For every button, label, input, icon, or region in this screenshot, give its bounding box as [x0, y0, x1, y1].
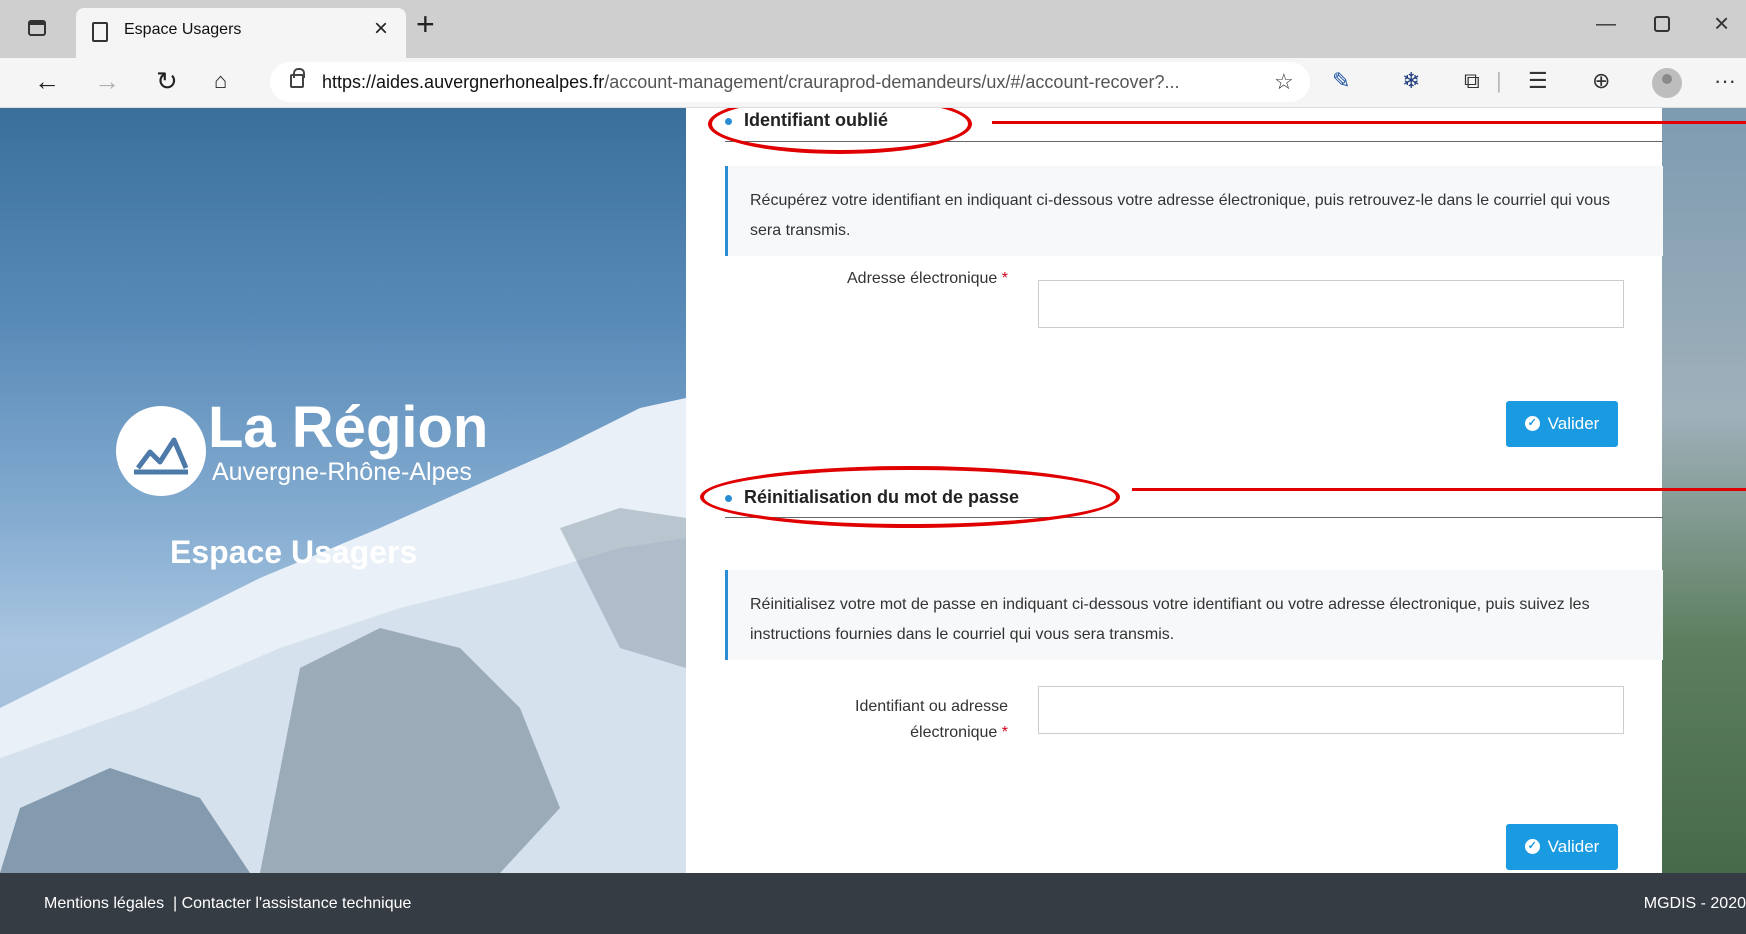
url-field[interactable]: https://aides.auvergnerhonealpes.fr/acco…	[270, 62, 1310, 102]
identifier-field[interactable]	[1038, 686, 1624, 734]
check-circle-icon: ✓	[1524, 416, 1540, 432]
hero-subtitle: Espace Usagers	[170, 534, 418, 570]
toolbar-divider: |	[1496, 68, 1502, 93]
refresh-icon[interactable]: ↻	[156, 68, 178, 94]
profile-icon[interactable]	[1652, 68, 1682, 98]
url-text[interactable]: https://aides.auvergnerhonealpes.fr/acco…	[322, 72, 1180, 93]
plus-icon[interactable]: +	[416, 8, 435, 40]
close-window-icon[interactable]: ×	[1714, 10, 1729, 36]
add-favorite-icon[interactable]: ☆	[1274, 71, 1294, 93]
minimize-icon[interactable]: —	[1596, 14, 1616, 34]
page-icon	[92, 22, 108, 42]
close-icon[interactable]: ×	[374, 17, 388, 41]
email-field-label: Adresse électronique *	[847, 270, 1008, 287]
annotation-arrow-line	[1132, 488, 1746, 491]
hero-panel: La Région Auvergne-Rhône-Alpes Espace Us…	[0, 108, 686, 873]
browser-tab-bar: Espace Usagers × + — ×	[0, 0, 1746, 58]
support-link[interactable]: Contacter l'assistance technique	[182, 895, 412, 912]
footer-copyright: MGDIS - 2020	[1643, 895, 1746, 912]
forward-icon: →	[94, 66, 120, 96]
pen-extension-icon[interactable]: ✎	[1332, 70, 1350, 92]
tab-actions-icon[interactable]	[24, 15, 50, 41]
reset-password-submit-button[interactable]: ✓ Valider	[1506, 824, 1618, 870]
tab-title: Espace Usagers	[124, 21, 242, 38]
maximize-icon[interactable]	[1654, 16, 1670, 32]
forgot-id-submit-button[interactable]: ✓ Valider	[1506, 401, 1618, 447]
mountain-illustration	[0, 398, 686, 873]
favorites-icon[interactable]: ☰	[1528, 70, 1548, 92]
legal-link[interactable]: Mentions légales	[44, 895, 164, 912]
browser-tab[interactable]: Espace Usagers ×	[76, 8, 406, 58]
reset-password-info: Réinitialisez votre mot de passe en indi…	[725, 570, 1663, 660]
footer: Mentions légales | Contacter l'assistanc…	[0, 873, 1746, 934]
more-icon[interactable]: ···	[1714, 70, 1736, 92]
forgot-id-info: Récupérez votre identifiant en indiquant…	[725, 166, 1663, 256]
logo-title: La Région	[208, 395, 489, 460]
home-icon[interactable]: ⌂	[214, 70, 227, 92]
logo-subtitle: Auvergne-Rhône-Alpes	[212, 458, 472, 486]
email-field[interactable]	[1038, 280, 1624, 328]
collections-icon[interactable]: ⊕	[1592, 70, 1610, 92]
identifier-field-label: Identifiant ou adresse électronique *	[855, 698, 1008, 741]
footer-links: Mentions légales | Contacter l'assistanc…	[44, 895, 411, 913]
lock-icon[interactable]	[290, 68, 305, 88]
annotation-ellipse-reset-password	[700, 466, 1120, 528]
check-circle-icon: ✓	[1524, 839, 1540, 855]
logo-icon	[116, 406, 206, 496]
footer-separator: |	[172, 895, 178, 912]
annotation-arrow-line	[992, 121, 1746, 124]
address-toolbar: ← → ↻ ⌂ https://aides.auvergnerhonealpes…	[0, 58, 1746, 108]
snowflake-extension-icon[interactable]: ❄	[1402, 70, 1420, 92]
extensions-icon[interactable]: ⧉	[1464, 70, 1480, 92]
back-icon[interactable]: ←	[34, 68, 60, 94]
page: La Région Auvergne-Rhône-Alpes Espace Us…	[0, 108, 1746, 873]
